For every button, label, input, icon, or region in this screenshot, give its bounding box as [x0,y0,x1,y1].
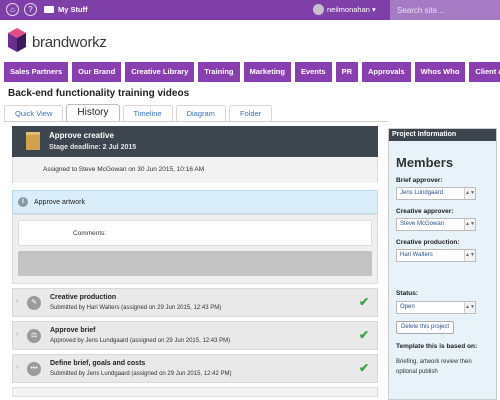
select-arrow-icon: ▲▼ [464,219,475,230]
chevron-right-icon[interactable]: › [16,331,18,338]
current-stage-header: Approve creative Stage deadline: 2 Jul 2… [12,126,378,157]
entry-title: Define brief, goals and costs [50,360,146,367]
comments-field[interactable]: Comments: [18,220,372,246]
nav-item-events[interactable]: Events [294,62,332,82]
nav-item-training[interactable]: Training [198,62,240,82]
production-icon: ✎ [27,296,41,310]
template-text: Briefing, artwork review then optional p… [396,359,472,375]
current-action-row: i Approve artwork [12,190,378,214]
assignment-text: Assigned to Steve McGowan on 30 Jun 2015… [43,166,205,173]
logo-cube-icon [8,28,26,52]
entry-title: Approve brief [50,327,96,334]
tab-quick-view[interactable]: Quick View [4,105,64,122]
history-entry[interactable]: › ⚖ Approve brief Approved by Jens Lundg… [12,321,378,350]
search-input[interactable] [390,0,500,20]
folder-icon [44,6,54,13]
status-label: Status: [396,290,419,297]
select-arrow-icon: ▲▼ [464,188,475,199]
logo-wordmark: brandworkz [32,34,107,51]
top-bar: ⌂ ? My Stuff neilmonahan ▾ [0,0,500,20]
brief-icon: ••• [27,362,41,376]
nav-item-whos-who[interactable]: Whos Who [414,62,466,82]
history-panel: Approve creative Stage deadline: 2 Jul 2… [12,126,378,400]
project-info-panel: Project Information Members Brief approv… [388,128,497,400]
comments-label: Comments: [73,230,107,237]
info-icon: i [18,197,28,207]
chevron-right-icon[interactable]: › [16,364,18,371]
creative-production-label: Creative production: [396,239,460,246]
creative-approver-label: Creative approver: [396,208,454,215]
entry-title: Creative production [50,294,117,301]
template-label: Template this is based on: [396,343,478,350]
avatar [313,4,324,15]
main-nav: Sales Partners Our Brand Creative Library T… [4,62,500,82]
nav-item-approvals[interactable]: Approvals [361,62,411,82]
history-entry[interactable]: › ✎ Creative production Submitted by Har… [12,288,378,317]
entry-detail: Submitted by Hari Walters (assigned on 2… [50,305,222,311]
creative-production-select[interactable]: Hari Walters ▲▼ [396,249,476,262]
tab-history[interactable]: History [66,104,120,122]
checkmark-icon: ✔ [358,295,369,309]
nav-item-creative-library[interactable]: Creative Library [125,62,195,82]
tab-timeline[interactable]: Timeline [122,105,173,122]
home-icon[interactable]: ⌂ [6,3,19,16]
nav-item-our-brand[interactable]: Our Brand [72,62,122,82]
chevron-down-icon: ▾ [372,5,376,14]
history-more [12,387,378,397]
nav-item-sales-partners[interactable]: Sales Partners [4,62,69,82]
approval-icon: ⚖ [27,329,41,343]
comments-area: Comments: [12,214,378,284]
select-arrow-icon: ▲▼ [464,302,475,313]
status-select[interactable]: Open ▲▼ [396,301,476,314]
project-info-header: Project Information [389,129,496,141]
nav-item-client-area[interactable]: Client area [469,62,500,82]
stage-folder-icon [26,132,40,150]
page-title: Back-end functionality training videos [8,88,190,99]
stage-title: Approve creative [49,131,114,140]
nav-item-pr[interactable]: PR [335,62,358,82]
history-entry[interactable]: › ••• Define brief, goals and costs Subm… [12,354,378,383]
current-action-label: Approve artwork [34,199,85,206]
brief-approver-label: Brief approver: [396,177,443,184]
my-stuff-link[interactable]: My Stuff [44,3,88,17]
tab-folder[interactable]: Folder [228,105,273,122]
comments-input-bar[interactable] [18,251,372,276]
brief-approver-select[interactable]: Jens Lundgaard ▲▼ [396,187,476,200]
entry-detail: Approved by Jens Lundgaard (assigned on … [50,338,231,344]
assignment-row: Assigned to Steve McGowan on 30 Jun 2015… [12,157,378,183]
chevron-right-icon[interactable]: › [16,298,18,305]
checkmark-icon: ✔ [358,361,369,375]
members-heading: Members [396,155,454,170]
stage-deadline: Stage deadline: 2 Jul 2015 [49,144,137,151]
user-menu[interactable]: neilmonahan ▾ [313,3,376,17]
tab-bar: Quick View History Timeline Diagram Folder [4,104,275,122]
creative-approver-select[interactable]: Steve McGowan ▲▼ [396,218,476,231]
entry-detail: Submitted by Jens Lundgaard (assigned on… [50,371,232,377]
delete-project-button[interactable]: Delete this project [396,321,455,334]
select-arrow-icon: ▲▼ [464,250,475,261]
tab-diagram[interactable]: Diagram [175,105,226,122]
question-icon[interactable]: ? [24,3,37,16]
nav-item-marketing[interactable]: Marketing [243,62,291,82]
checkmark-icon: ✔ [358,328,369,342]
tab-divider [4,121,388,122]
